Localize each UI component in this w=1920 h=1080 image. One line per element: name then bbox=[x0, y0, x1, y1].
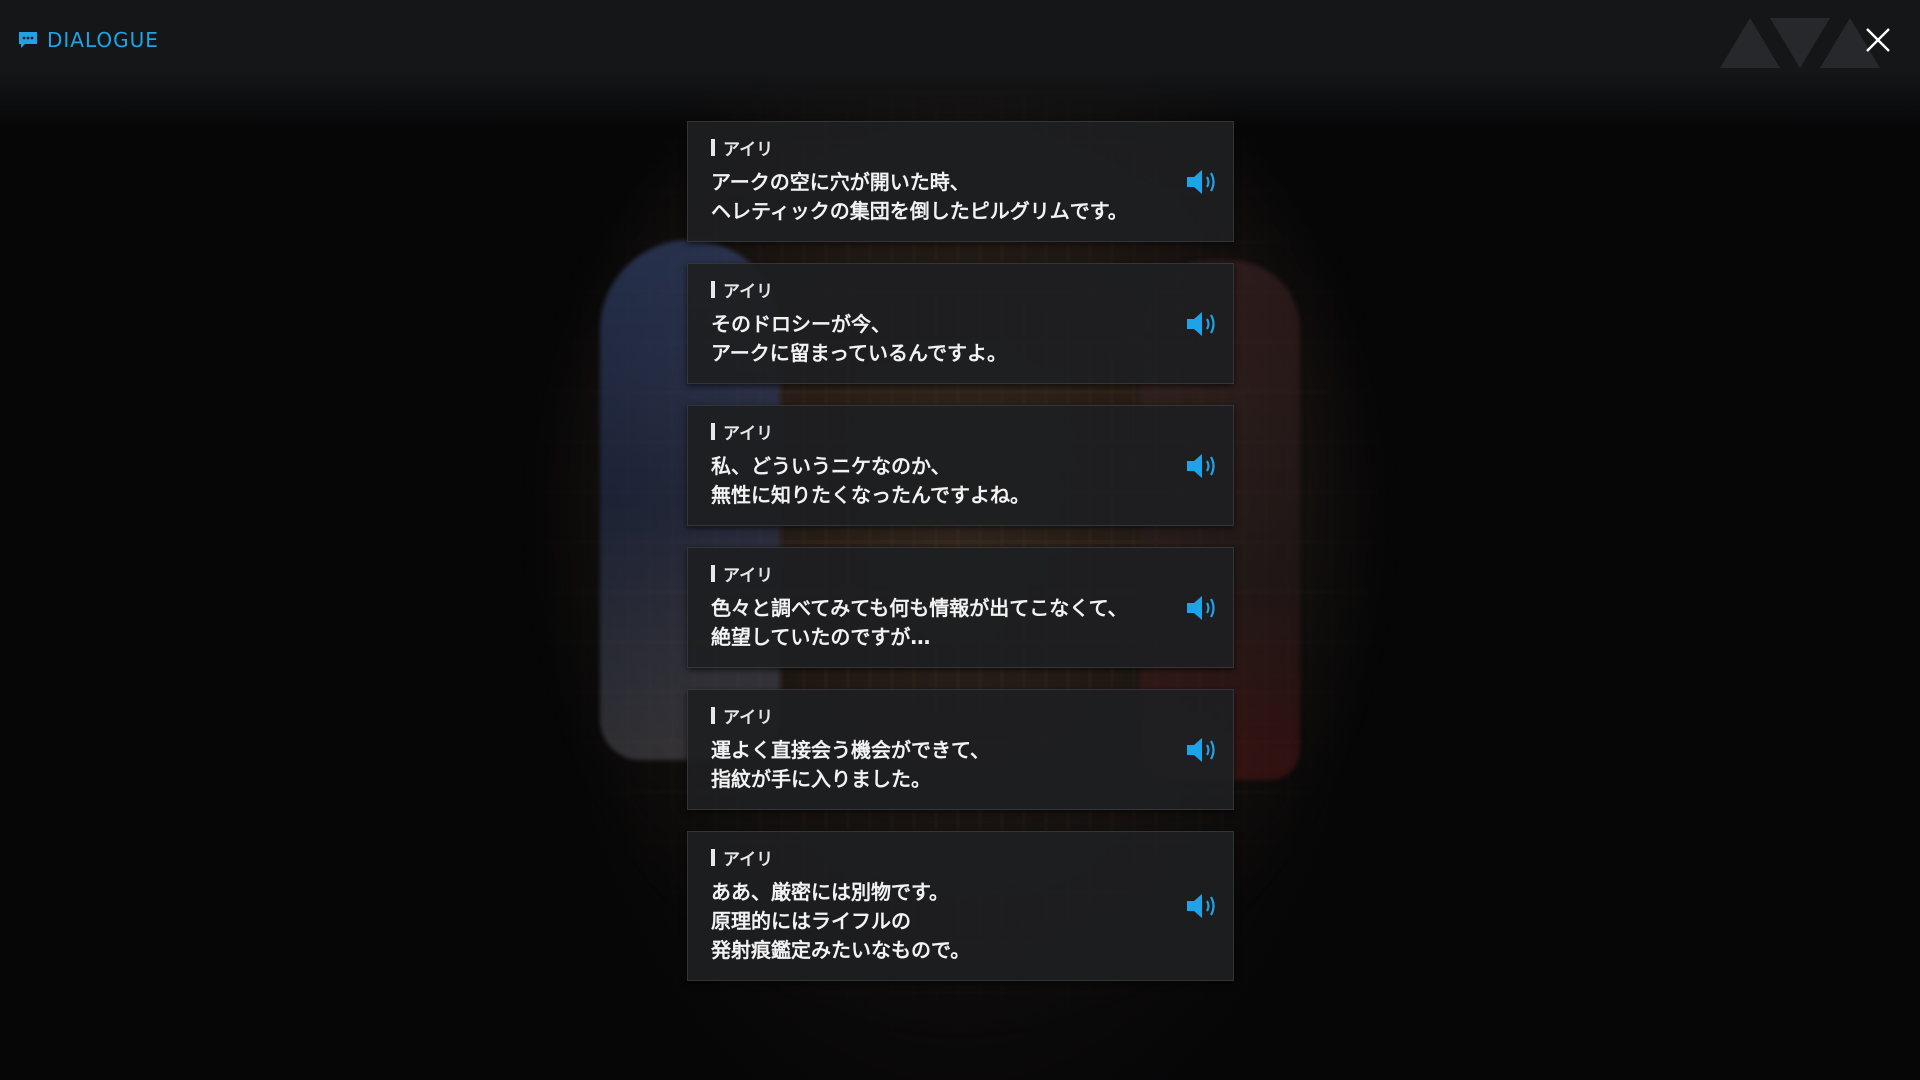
play-voice-button[interactable] bbox=[1185, 451, 1221, 481]
dialogue-entry: アイリ 色々と調べてみても何も情報が出てこなくて、 絶望していたのですが… bbox=[687, 547, 1234, 668]
dialogue-text: 私、どういうニケなのか、 無性に知りたくなったんですよね。 bbox=[711, 454, 1030, 507]
dialogue-entry: アイリ そのドロシーが今、 アークに留まっているんですよ。 bbox=[687, 263, 1234, 384]
speaker-label: アイリ bbox=[723, 139, 774, 160]
dialogue-text: アークの空に穴が開いた時、 ヘレティックの集団を倒したピルグリムです。 bbox=[711, 170, 1128, 223]
dialogue-header: DIALOGUE bbox=[18, 28, 159, 52]
speaker-marker bbox=[711, 422, 715, 440]
play-voice-button[interactable] bbox=[1185, 593, 1221, 623]
dialogue-entry: アイリ 運よく直接会う機会ができて、 指紋が手に入りました。 bbox=[687, 689, 1234, 810]
dialogue-log-screen: DIALOGUE アイリ アークの空に穴が開いた時、 ヘレティックの集団を倒した… bbox=[0, 0, 1920, 1080]
page-title: DIALOGUE bbox=[47, 28, 159, 52]
dialogue-text: ああ、厳密には別物です。 原理的にはライフルの 発射痕鑑定みたいなもので。 bbox=[711, 880, 971, 962]
close-button[interactable] bbox=[1862, 24, 1894, 56]
speaker-marker bbox=[711, 280, 715, 298]
speaker-label: アイリ bbox=[723, 281, 774, 302]
chat-bubble-icon bbox=[18, 31, 38, 49]
speaker-name: アイリ bbox=[711, 704, 1143, 728]
speaker-icon bbox=[1187, 169, 1215, 194]
speaker-icon bbox=[1187, 311, 1215, 336]
speaker-label: アイリ bbox=[723, 565, 774, 586]
play-voice-button[interactable] bbox=[1185, 167, 1221, 197]
speaker-name: アイリ bbox=[711, 420, 1143, 444]
dialogue-entry: アイリ アークの空に穴が開いた時、 ヘレティックの集団を倒したピルグリムです。 bbox=[687, 121, 1234, 242]
speaker-marker bbox=[711, 706, 715, 724]
speaker-name: アイリ bbox=[711, 846, 1143, 870]
dialogue-text: 運よく直接会う機会ができて、 指紋が手に入りました。 bbox=[711, 738, 990, 791]
dialogue-entry: アイリ ああ、厳密には別物です。 原理的にはライフルの 発射痕鑑定みたいなもので… bbox=[687, 831, 1234, 981]
header-bar bbox=[0, 0, 1920, 130]
dialogue-list: アイリ アークの空に穴が開いた時、 ヘレティックの集団を倒したピルグリムです。 … bbox=[687, 121, 1234, 1002]
close-icon bbox=[1866, 28, 1890, 52]
speaker-marker bbox=[711, 564, 715, 582]
speaker-label: アイリ bbox=[723, 849, 774, 870]
speaker-label: アイリ bbox=[723, 423, 774, 444]
speaker-icon bbox=[1187, 595, 1215, 620]
speaker-icon bbox=[1187, 453, 1215, 478]
dialogue-text: 色々と調べてみても何も情報が出てこなくて、 絶望していたのですが… bbox=[711, 596, 1128, 649]
speaker-icon bbox=[1187, 894, 1215, 918]
dialogue-text: そのドロシーが今、 アークに留まっているんですよ。 bbox=[711, 312, 1007, 365]
speaker-label: アイリ bbox=[723, 707, 774, 728]
speaker-marker bbox=[711, 848, 715, 866]
speaker-name: アイリ bbox=[711, 278, 1143, 302]
play-voice-button[interactable] bbox=[1185, 735, 1221, 765]
dialogue-entry: アイリ 私、どういうニケなのか、 無性に知りたくなったんですよね。 bbox=[687, 405, 1234, 526]
speaker-name: アイリ bbox=[711, 562, 1143, 586]
speaker-marker bbox=[711, 138, 715, 156]
corner-decoration bbox=[1720, 18, 1880, 68]
play-voice-button[interactable] bbox=[1185, 309, 1221, 339]
play-voice-button[interactable] bbox=[1185, 891, 1221, 921]
speaker-name: アイリ bbox=[711, 136, 1143, 160]
speaker-icon bbox=[1187, 737, 1215, 762]
